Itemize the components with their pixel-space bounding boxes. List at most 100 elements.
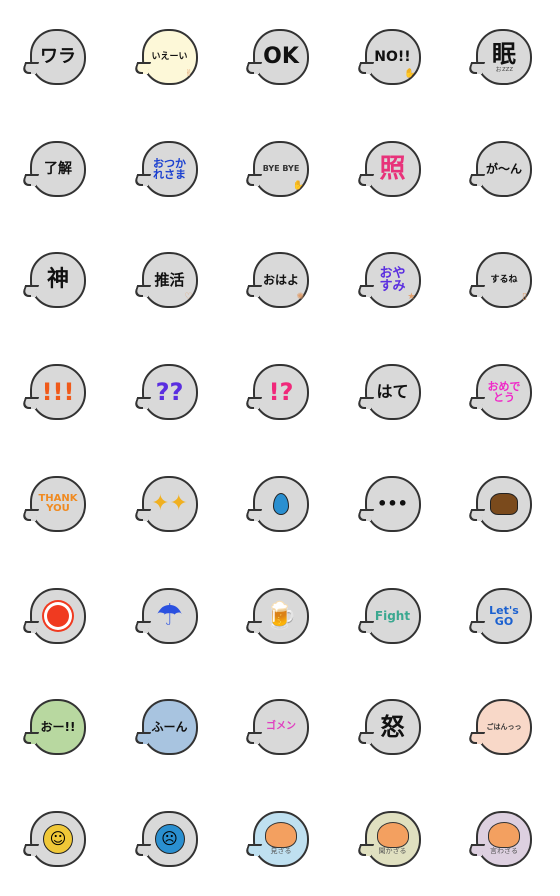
speech-bubble: 言わざる <box>466 810 532 867</box>
sticker-gaan[interactable]: が〜ん <box>448 114 560 226</box>
sticker-gomen[interactable]: ゴメン <box>225 672 337 784</box>
monkey-icon <box>488 822 520 849</box>
speech-bubble: 神 <box>20 252 86 309</box>
sticker-byebye[interactable]: ✋ BYE BYE <box>225 114 337 226</box>
sticker-text: おつか れさま <box>153 156 186 181</box>
bubble-tail <box>20 508 40 521</box>
sticker-ohayo[interactable]: ✺ おはよ <box>225 225 337 337</box>
bubble-tail <box>132 62 151 74</box>
bubble-tail <box>355 508 374 521</box>
sticker-sad[interactable]: ☹ <box>114 784 226 896</box>
sticker-thankyou[interactable]: THANK YOU <box>2 449 114 561</box>
poop-icon <box>490 492 518 515</box>
bubble-tail <box>20 62 40 74</box>
sticker-iwazaru[interactable]: 言わざる <box>448 784 560 896</box>
speech-bubble: ワラ <box>20 29 86 85</box>
sticker-text: おー!! <box>40 720 76 735</box>
sticker-ikari[interactable]: 怒 <box>337 672 449 784</box>
sticker-omedetou[interactable]: おめで とう <box>448 337 560 449</box>
sticker-surune[interactable]: ▯ するね <box>448 225 560 337</box>
speech-bubble: ♡ 推活 <box>132 252 198 309</box>
sticker-oyasumi[interactable]: ★ おや すみ <box>337 225 449 337</box>
speech-bubble: Let's GO <box>466 587 532 644</box>
sticker-text: !!! <box>41 378 75 407</box>
phone-icon: ▯ <box>522 292 527 303</box>
bubble-tail <box>132 620 151 633</box>
speech-bubble: が〜ん <box>466 140 532 197</box>
sticker-exclaim-question[interactable]: !? <box>225 337 337 449</box>
speech-bubble: ふーん <box>132 699 198 756</box>
sticker-umbrella[interactable]: ☂ <box>114 561 226 673</box>
sticker-text: BYE BYE <box>262 163 300 173</box>
sticker-fight[interactable]: Fight <box>337 561 449 673</box>
speech-bubble: おー!! <box>20 699 86 756</box>
bubble-tail <box>20 843 40 856</box>
sticker-ellipsis[interactable]: ••• <box>337 449 449 561</box>
sticker-text: 怒 <box>380 713 405 742</box>
sticker-mizaru[interactable]: 見ざる <box>225 784 337 896</box>
speech-bubble: 照 <box>355 140 421 197</box>
bubble-tail <box>355 285 374 298</box>
sticker-wara[interactable]: ワラ <box>2 2 114 114</box>
speech-bubble: ✋ NO!! <box>355 29 421 85</box>
speech-bubble: ✺ おはよ <box>243 252 309 309</box>
sun-icon <box>47 604 69 627</box>
speech-bubble: ☂ <box>132 587 198 644</box>
sticker-gohan[interactable]: ごはんっっ <box>448 672 560 784</box>
speech-bubble: ✌ いえーい <box>132 29 198 85</box>
sticker-text: 了解 <box>44 160 72 177</box>
sticker-beer[interactable]: 🍺 <box>225 561 337 673</box>
bubble-tail <box>132 732 151 745</box>
speech-bubble: !? <box>243 364 309 421</box>
speech-bubble: 見ざる <box>243 810 309 867</box>
sticker-text: OK <box>263 44 299 69</box>
bubble-tail <box>243 397 263 410</box>
sticker-subtext: 見ざる <box>270 847 292 856</box>
speech-bubble: 🍺 <box>243 587 309 644</box>
sticker-text: ゴメン <box>266 721 296 733</box>
sticker-oo[interactable]: おー!! <box>2 672 114 784</box>
sticker-text: 推活 <box>154 270 185 289</box>
speech-bubble: ?? <box>132 364 198 421</box>
sticker-hate[interactable]: はて <box>337 337 449 449</box>
sticker-poop[interactable] <box>448 449 560 561</box>
speech-bubble: はて <box>355 364 421 421</box>
bubble-tail <box>132 508 151 521</box>
sticker-tere[interactable]: 照 <box>337 114 449 226</box>
sticker-text: THANK YOU <box>38 492 78 514</box>
speech-bubble: ☹ <box>132 810 198 867</box>
sticker-ok[interactable]: OK <box>225 2 337 114</box>
sticker-fuun[interactable]: ふーん <box>114 672 226 784</box>
sticker-smile[interactable]: ☺ <box>2 784 114 896</box>
sticker-sun[interactable] <box>2 561 114 673</box>
sticker-question[interactable]: ?? <box>114 337 226 449</box>
sticker-text: おめで とう <box>487 380 521 405</box>
sticker-nemui[interactable]: 眠ぉzzz <box>448 2 560 114</box>
bubble-tail <box>355 173 374 186</box>
smiley-face-icon: ☺ <box>43 823 73 854</box>
sticker-text: おや すみ <box>379 266 406 295</box>
sticker-exclaim[interactable]: !!! <box>2 337 114 449</box>
sticker-kikazaru[interactable]: 聞かざる <box>337 784 449 896</box>
sticker-ryoukai[interactable]: 了解 <box>2 114 114 226</box>
hearts-icon: ♡ <box>184 292 193 303</box>
bubble-tail <box>466 620 486 633</box>
sticker-sweat[interactable] <box>225 449 337 561</box>
speech-bubble <box>20 587 86 644</box>
sticker-no[interactable]: ✋ NO!! <box>337 2 449 114</box>
sad-face-icon: ☹ <box>154 823 185 854</box>
sticker-text: はて <box>376 382 409 402</box>
sticker-text: いえーい <box>151 51 188 62</box>
sticker-ieei[interactable]: ✌ いえーい <box>114 2 226 114</box>
sticker-subtext: 聞かざる <box>378 847 407 856</box>
bubble-tail <box>20 285 40 298</box>
speech-bubble: 怒 <box>355 699 421 756</box>
sticker-oshikatsu[interactable]: ♡ 推活 <box>114 225 226 337</box>
sticker-kami[interactable]: 神 <box>2 225 114 337</box>
bubble-tail <box>243 508 263 521</box>
stars-icon: ★ <box>407 292 416 303</box>
sticker-sparkles[interactable]: ✦✦ <box>114 449 226 561</box>
speech-bubble: ▯ するね <box>466 252 532 309</box>
sticker-otsukaresama[interactable]: おつか れさま <box>114 114 226 226</box>
sticker-letsgo[interactable]: Let's GO <box>448 561 560 673</box>
